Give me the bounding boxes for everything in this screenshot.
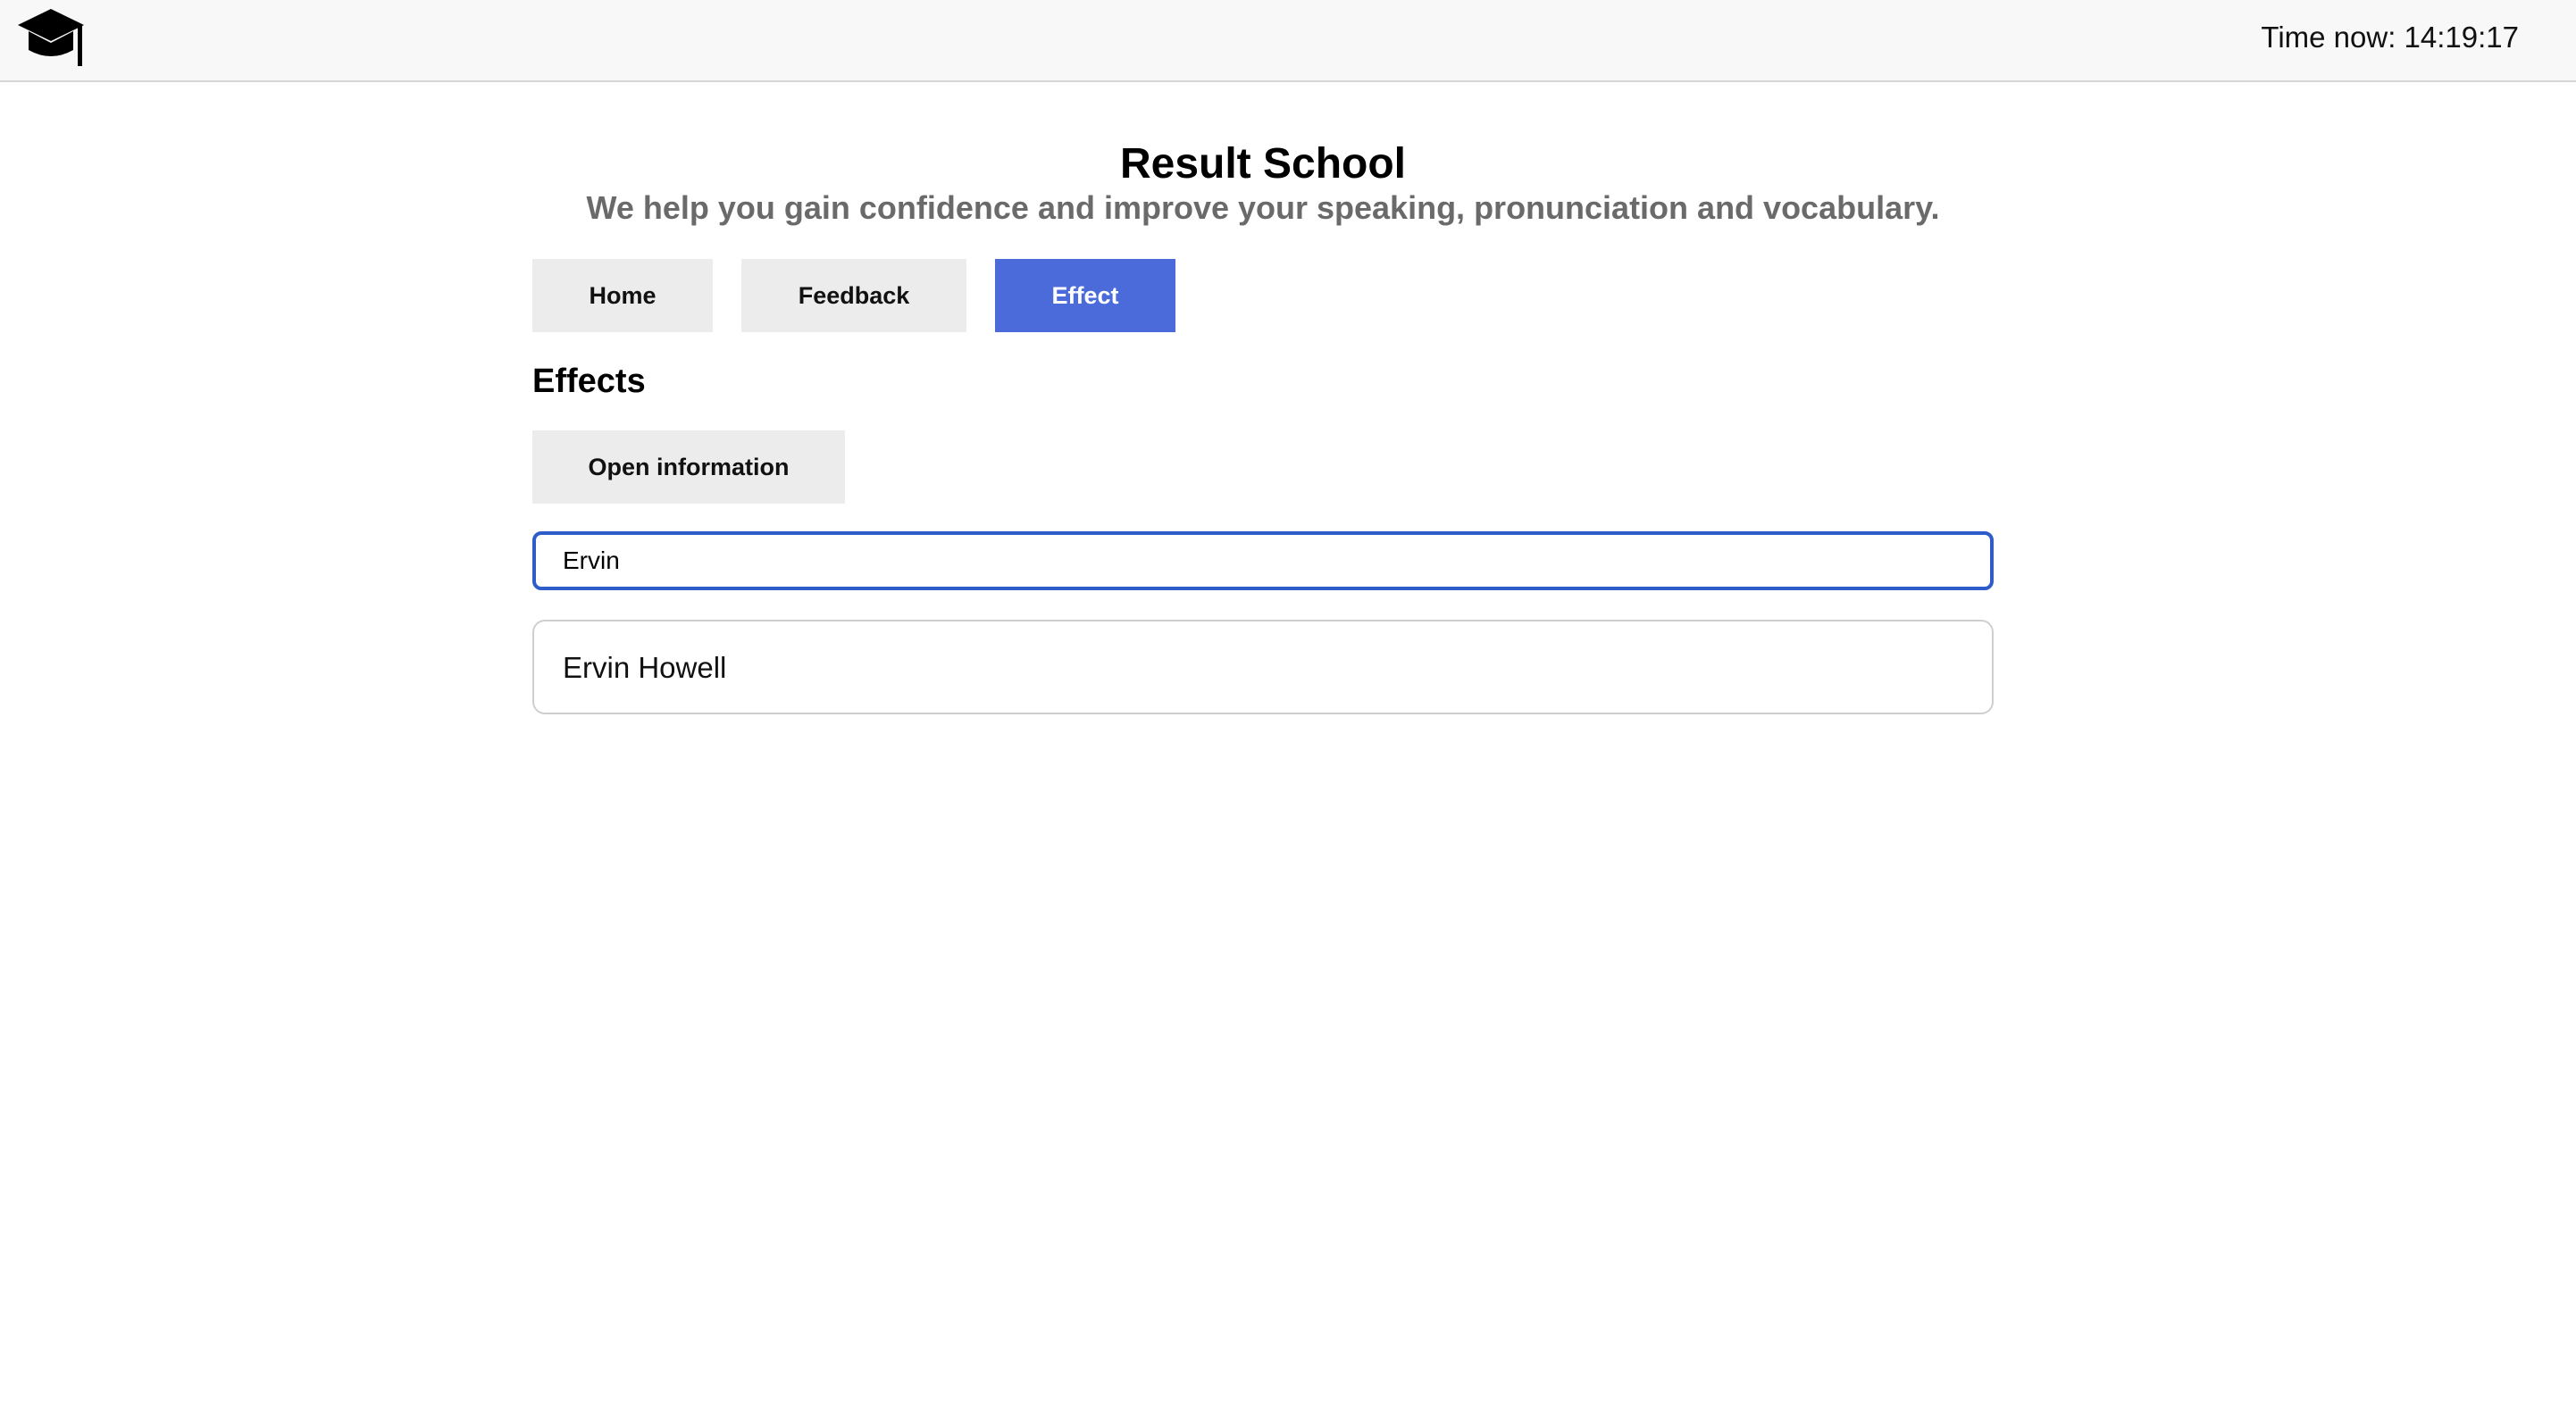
nav-home-button[interactable]: Home [532, 259, 713, 332]
open-information-button[interactable]: Open information [532, 430, 845, 504]
top-bar: Time now: 14:19:17 [0, 0, 2576, 82]
current-time: Time now: 14:19:17 [2261, 21, 2519, 54]
graduation-cap-icon[interactable] [16, 7, 86, 70]
result-name: Ervin Howell [563, 651, 727, 684]
list-item[interactable]: Ervin Howell [532, 620, 1994, 714]
nav-effect-button[interactable]: Effect [995, 259, 1175, 332]
nav-feedback-button[interactable]: Feedback [741, 259, 966, 332]
search-input[interactable] [532, 531, 1994, 590]
page-subtitle: We help you gain confidence and improve … [586, 189, 1940, 226]
page-title: Result School [1119, 140, 1407, 188]
section-heading: Effects [532, 363, 646, 400]
